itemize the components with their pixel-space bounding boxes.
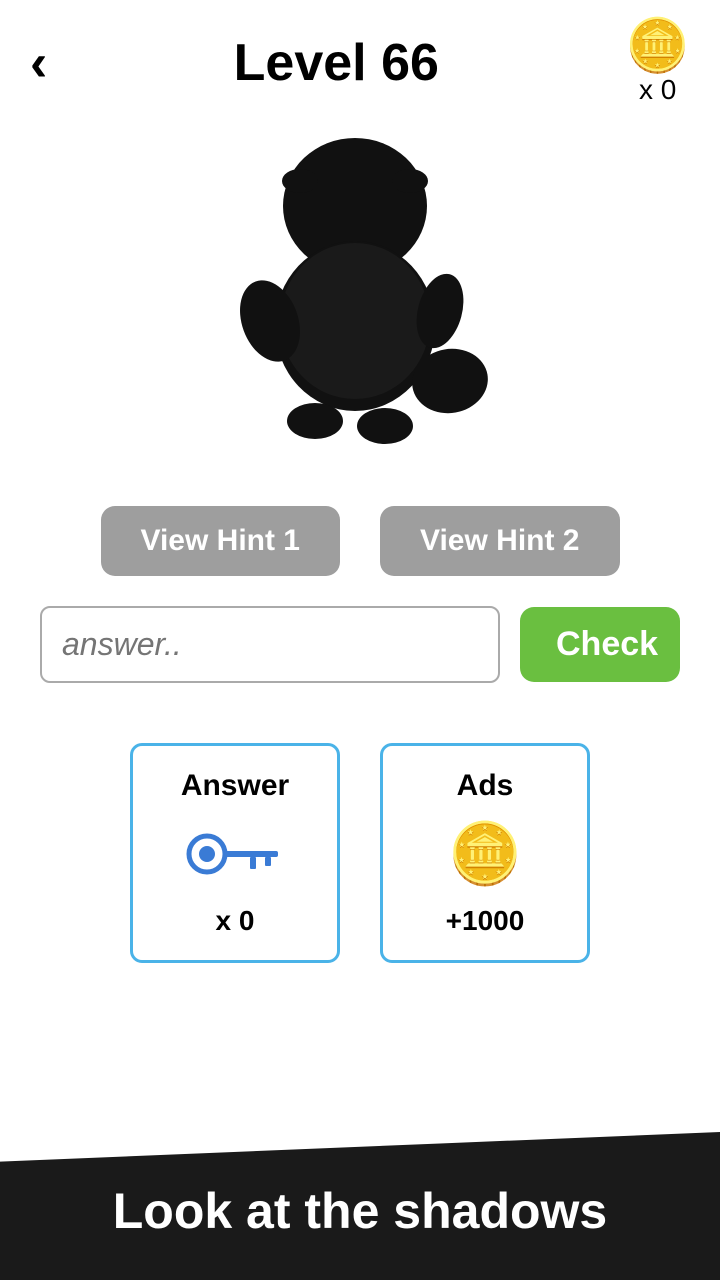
answer-row: Check xyxy=(0,606,720,723)
hint-buttons: View Hint 1 View Hint 2 xyxy=(0,496,720,606)
header: ‹ Level 66 🪙 x 0 xyxy=(0,0,720,116)
coins-stack-icon: 🪙 xyxy=(448,824,523,884)
ads-card-value: +1000 xyxy=(446,905,525,937)
coins-count: x 0 xyxy=(639,74,676,106)
key-icon-area xyxy=(185,814,285,894)
check-button[interactable]: Check xyxy=(520,607,680,682)
bottom-banner: Look at the shadows xyxy=(0,1132,720,1280)
ads-powerup-card[interactable]: Ads 🪙 +1000 xyxy=(380,743,590,963)
coins-icon: 🪙 xyxy=(625,20,690,72)
coins-stack-icon-area: 🪙 xyxy=(448,814,523,894)
powerup-row: Answer x 0 Ads 🪙 +1000 xyxy=(0,723,720,1003)
back-button[interactable]: ‹ xyxy=(30,37,47,89)
silhouette-area xyxy=(0,116,720,496)
pokemon-silhouette xyxy=(200,126,520,466)
bottom-banner-text: Look at the shadows xyxy=(40,1162,680,1240)
key-icon xyxy=(185,829,285,879)
answer-card-label: Answer xyxy=(181,769,289,803)
hint2-button[interactable]: View Hint 2 xyxy=(380,506,620,576)
answer-powerup-card[interactable]: Answer x 0 xyxy=(130,743,340,963)
answer-card-value: x 0 xyxy=(216,905,255,937)
ads-card-label: Ads xyxy=(457,769,514,803)
level-title: Level 66 xyxy=(234,33,439,93)
answer-input[interactable] xyxy=(40,606,500,683)
hint1-button[interactable]: View Hint 1 xyxy=(101,506,341,576)
coins-display: 🪙 x 0 xyxy=(625,20,690,106)
